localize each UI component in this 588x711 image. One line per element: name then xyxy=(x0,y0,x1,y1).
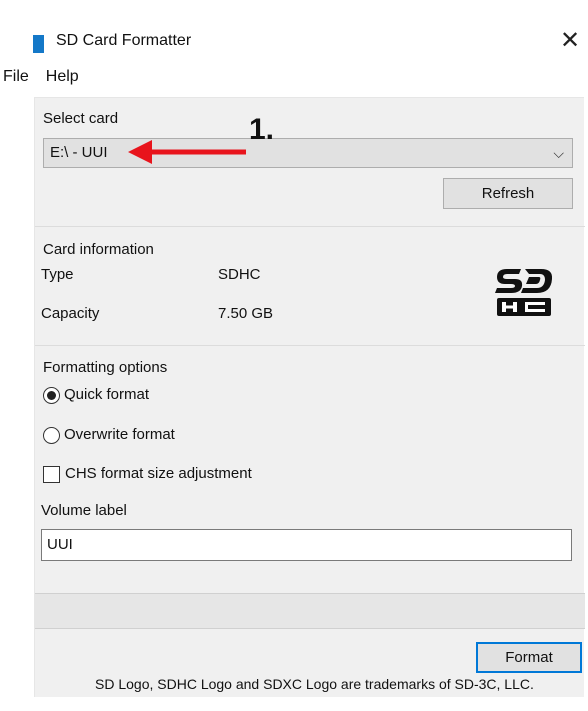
divider xyxy=(35,345,585,346)
refresh-button[interactable]: Refresh xyxy=(443,178,573,209)
chs-adjustment-label: CHS format size adjustment xyxy=(65,465,252,482)
annotation-label: 1. xyxy=(249,113,275,146)
menu-help[interactable]: Help xyxy=(43,64,79,90)
volume-label-input[interactable]: UUI xyxy=(41,529,572,561)
overwrite-format-radio[interactable]: Overwrite format xyxy=(43,425,175,445)
chevron-down-icon: ⌵ xyxy=(553,145,564,161)
chs-adjustment-checkbox[interactable]: CHS format size adjustment xyxy=(43,464,252,484)
radio-selected-icon xyxy=(43,386,60,404)
card-information-label: Card information xyxy=(43,241,154,258)
menu-bar: File Help xyxy=(0,64,93,90)
progress-bar xyxy=(35,593,585,629)
quick-format-radio[interactable]: Quick format xyxy=(43,385,149,405)
quick-format-label: Quick format xyxy=(64,386,150,403)
volume-label-caption: Volume label xyxy=(41,502,127,519)
close-icon[interactable]: ✕ xyxy=(556,27,584,55)
overwrite-format-label: Overwrite format xyxy=(64,426,175,443)
radio-dot xyxy=(47,390,56,400)
menu-file[interactable]: File xyxy=(0,64,29,90)
sdhc-logo-icon xyxy=(495,269,553,316)
app-icon xyxy=(33,35,44,53)
select-card-label: Select card xyxy=(43,110,119,127)
card-select-dropdown[interactable]: E:\ - UUI ⌵ xyxy=(43,138,573,168)
window-title: SD Card Formatter xyxy=(56,32,192,49)
card-select-value: E:\ - UUI xyxy=(50,144,108,161)
type-value: SDHC xyxy=(218,266,261,283)
checkbox-icon xyxy=(43,465,60,483)
formatting-options-label: Formatting options xyxy=(43,359,168,376)
format-button[interactable]: Format xyxy=(476,642,582,673)
sd-card-formatter-window: SD Card Formatter ✕ File Help Select car… xyxy=(0,0,588,711)
divider xyxy=(35,226,585,227)
capacity-value: 7.50 GB xyxy=(218,305,274,322)
volume-label-value: UUI xyxy=(47,536,73,553)
main-panel: Select card E:\ - UUI ⌵ Refresh Card inf… xyxy=(34,97,585,697)
capacity-label: Capacity xyxy=(41,305,100,322)
trademark-notice: SD Logo, SDHC Logo and SDXC Logo are tra… xyxy=(95,676,534,692)
radio-unselected-icon xyxy=(43,426,60,444)
type-label: Type xyxy=(41,266,74,283)
